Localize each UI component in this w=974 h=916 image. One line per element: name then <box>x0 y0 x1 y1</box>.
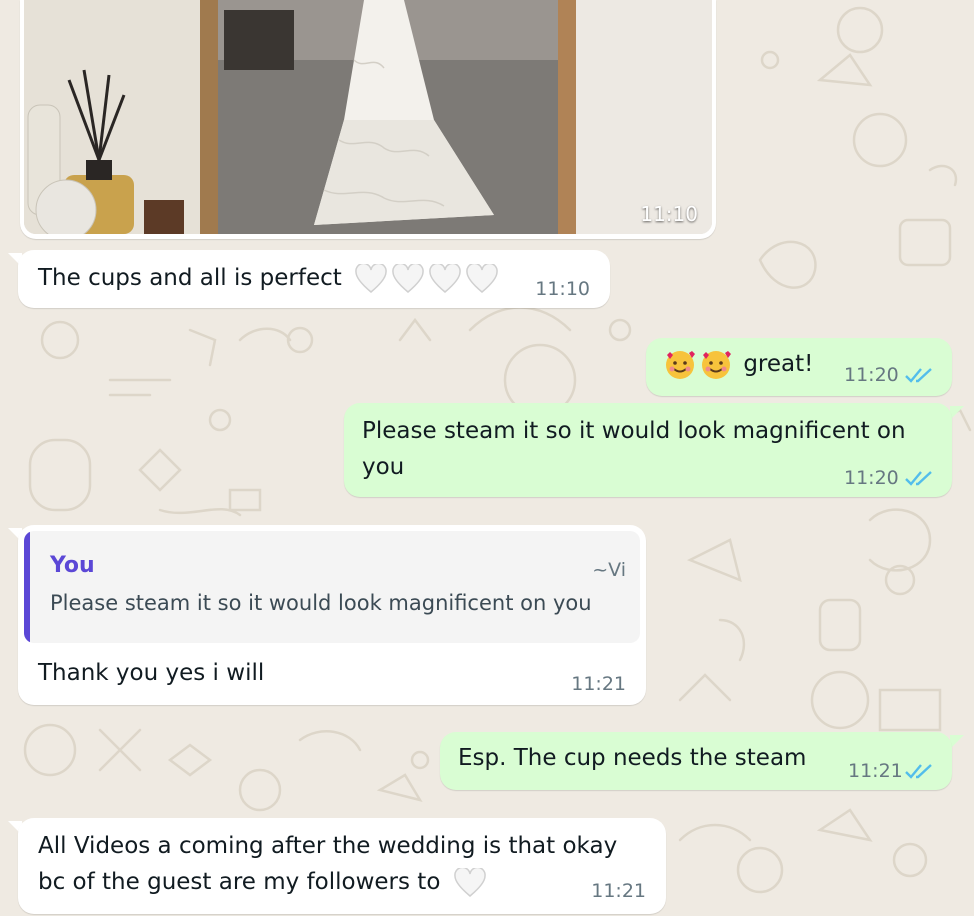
message-timestamp: 11:10 <box>535 278 590 300</box>
white-heart-icon <box>392 263 424 293</box>
photo-message[interactable]: 11:10 <box>20 0 716 239</box>
white-heart-icon <box>355 263 387 293</box>
incoming-message[interactable]: The cups and all is perfect 11:10 <box>18 250 610 308</box>
message-timestamp: 11:21 <box>571 673 626 695</box>
bubble-tail <box>950 735 964 749</box>
message-timestamp: 11:20 <box>844 467 899 489</box>
emoji-icons <box>664 350 739 379</box>
message-text: great! <box>664 346 813 382</box>
double-check-read-icon <box>905 764 932 779</box>
photo-timestamp: 11:10 <box>640 202 698 226</box>
white-heart-icon <box>453 867 486 897</box>
incoming-message[interactable]: All Videos a coming after the wedding is… <box>18 818 666 914</box>
smiling-face-with-hearts-icon <box>666 350 695 379</box>
incoming-reply-message[interactable]: You ~Vi Please steam it so it would look… <box>18 525 646 705</box>
message-text-line: Please steam it so it would look magnifi… <box>362 418 906 444</box>
message-timestamp: 11:21 <box>591 880 646 902</box>
smiling-face-with-hearts-icon <box>702 350 731 379</box>
message-text-line: you <box>362 454 405 480</box>
message-timestamp: 11:20 <box>844 364 899 386</box>
quote-author: You <box>50 553 95 578</box>
bubble-tail <box>950 406 964 420</box>
photo-image <box>24 0 712 234</box>
quote-handle: ~Vi <box>592 559 626 581</box>
outgoing-message[interactable]: great! 11:20 <box>646 338 952 396</box>
outgoing-message[interactable]: Please steam it so it would look magnifi… <box>344 403 952 497</box>
outgoing-message[interactable]: Esp. The cup needs the steam 11:21 <box>440 732 952 790</box>
message-text: Esp. The cup needs the steam <box>458 745 807 771</box>
quote-accent-bar <box>24 531 30 643</box>
message-text-line: bc of the guest are my followers to <box>38 864 486 900</box>
message-text: Thank you yes i will <box>38 660 265 686</box>
double-check-read-icon <box>905 368 932 383</box>
white-heart-icons <box>355 263 498 293</box>
message-text-line: All Videos a coming after the wedding is… <box>38 833 618 859</box>
quoted-message[interactable]: You ~Vi Please steam it so it would look… <box>24 531 640 643</box>
double-check-read-icon <box>905 471 932 486</box>
message-timestamp: 11:21 <box>848 760 903 782</box>
white-heart-icon <box>466 263 498 293</box>
white-heart-icon <box>429 263 461 293</box>
quote-text: Please steam it so it would look magnifi… <box>50 591 592 615</box>
message-text: The cups and all is perfect <box>38 260 498 296</box>
wedding-dress-photo[interactable]: 11:10 <box>24 0 712 234</box>
